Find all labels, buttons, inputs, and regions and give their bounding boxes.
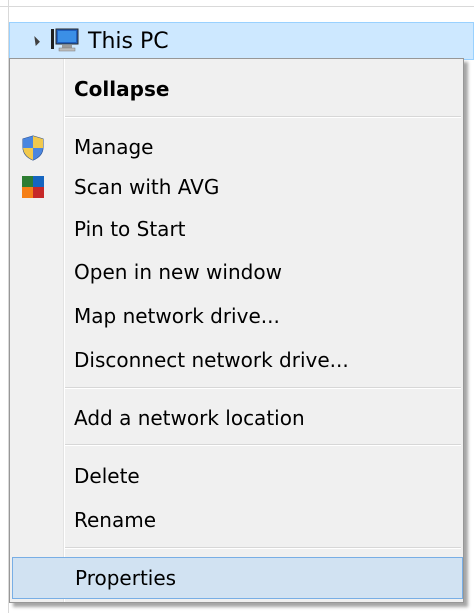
menu-item-scan-with-avg[interactable]: Scan with AVG xyxy=(12,167,463,207)
menu-item-disconnect-network-drive[interactable]: Disconnect network drive... xyxy=(12,340,463,380)
expanded-triangle-icon[interactable] xyxy=(30,36,40,46)
menu-item-collapse[interactable]: Collapse xyxy=(12,69,463,109)
computer-icon xyxy=(50,27,80,55)
menu-item-label: Pin to Start xyxy=(74,217,186,241)
explorer-navigation-pane: This PC Collapse Manage Scan with AVG Pi… xyxy=(0,0,474,613)
menu-item-label: Open in new window xyxy=(74,260,282,284)
menu-separator xyxy=(65,116,461,118)
menu-separator xyxy=(65,547,461,549)
menu-item-label: Delete xyxy=(74,464,140,488)
menu-item-rename[interactable]: Rename xyxy=(12,500,463,540)
menu-item-label: Add a network location xyxy=(74,406,305,430)
menu-item-label: Scan with AVG xyxy=(74,175,220,199)
uac-shield-icon xyxy=(21,135,45,161)
menu-item-delete[interactable]: Delete xyxy=(12,456,463,496)
menu-separator xyxy=(65,387,461,389)
tree-item-this-pc[interactable]: This PC xyxy=(9,22,474,60)
menu-item-properties[interactable]: Properties xyxy=(12,557,463,599)
menu-item-pin-to-start[interactable]: Pin to Start xyxy=(12,209,463,249)
menu-item-add-network-location[interactable]: Add a network location xyxy=(12,398,463,438)
menu-item-label: Map network drive... xyxy=(74,304,280,328)
menu-item-open-in-new-window[interactable]: Open in new window xyxy=(12,252,463,292)
tree-item-label: This PC xyxy=(88,28,169,54)
menu-separator xyxy=(65,444,461,446)
menu-item-label: Disconnect network drive... xyxy=(74,348,349,372)
avg-icon xyxy=(21,175,45,199)
menu-item-map-network-drive[interactable]: Map network drive... xyxy=(12,296,463,336)
menu-item-label: Manage xyxy=(74,135,154,159)
menu-item-label: Rename xyxy=(74,508,157,532)
menu-item-label: Collapse xyxy=(74,77,170,101)
menu-item-label: Properties xyxy=(75,566,177,590)
context-menu: Collapse Manage Scan with AVG Pin to Sta… xyxy=(9,58,464,603)
menu-item-manage[interactable]: Manage xyxy=(12,127,463,167)
